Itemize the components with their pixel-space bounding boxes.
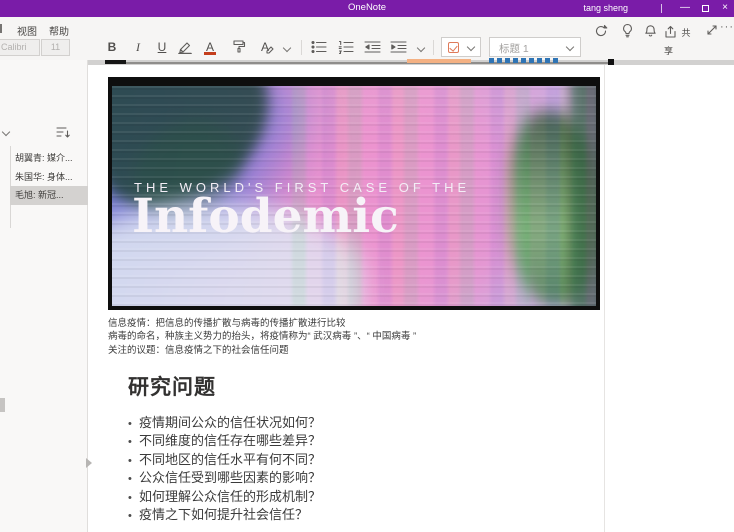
list-item: •如何理解公众信任的形成机制？ bbox=[128, 488, 548, 506]
italic-button[interactable]: I bbox=[129, 38, 147, 56]
resize-handle[interactable] bbox=[608, 59, 614, 65]
menu-view[interactable]: 视图 bbox=[17, 23, 37, 38]
page-list-item-selected[interactable]: 毛旭: 新冠... bbox=[10, 186, 88, 205]
more-options-button[interactable]: ··· bbox=[720, 21, 734, 33]
page-list-panel: 胡翼青: 媒介... 朱国华: 身体... 毛旭: 新冠... bbox=[0, 60, 88, 532]
fullscreen-icon[interactable] bbox=[706, 24, 718, 36]
image-title-text: Infodemic bbox=[132, 189, 399, 244]
note-line: 关注的议题：信息疫情之下的社会信任问题 bbox=[108, 344, 588, 357]
user-name[interactable]: tang sheng bbox=[583, 3, 628, 13]
tag-dropdown[interactable] bbox=[441, 37, 481, 57]
font-color-swatch bbox=[204, 52, 216, 55]
onenote-window: OneNote tang sheng — × 视图 帮助 共享 ··· bbox=[0, 0, 734, 532]
menu-help[interactable]: 帮助 bbox=[49, 23, 69, 38]
infodemic-image[interactable]: THE WORLD'S FIRST CASE OF THE Infodemic bbox=[108, 77, 600, 310]
increase-indent-icon[interactable] bbox=[390, 40, 407, 54]
bullet-icon: • bbox=[128, 489, 139, 507]
titlebar-divider bbox=[661, 4, 662, 13]
ribbon: 视图 帮助 共享 ··· Calibri 11 B I U bbox=[0, 17, 734, 60]
todo-checkbox-icon bbox=[448, 42, 459, 53]
format-painter-icon[interactable] bbox=[231, 39, 246, 54]
font-name-box[interactable]: Calibri bbox=[0, 39, 40, 56]
style-selected-label: 标题 1 bbox=[499, 41, 529, 56]
numbered-list-icon[interactable] bbox=[338, 40, 355, 54]
list-item: •疫情期间公众的信任状况如何？ bbox=[128, 414, 548, 432]
list-item: •不同维度的信任存在哪些差异？ bbox=[128, 432, 548, 450]
bullet-icon: • bbox=[128, 470, 139, 488]
ribbon-divider bbox=[433, 40, 434, 55]
page-margin-divider bbox=[604, 65, 605, 532]
sidebar-scroll-thumb[interactable] bbox=[0, 398, 5, 412]
title-bar: OneNote tang sheng — × bbox=[0, 0, 734, 17]
list-item: •不同地区的信任水平有何不同？ bbox=[128, 451, 548, 469]
bullet-icon: • bbox=[128, 415, 139, 433]
share-icon bbox=[664, 25, 677, 39]
tag-chevron-icon bbox=[467, 43, 475, 51]
research-question-list: •疫情期间公众的信任状况如何？ •不同维度的信任存在哪些差异？ •不同地区的信任… bbox=[128, 414, 548, 524]
font-size-box[interactable]: 11 bbox=[41, 39, 70, 56]
bullet-list-icon[interactable] bbox=[311, 40, 328, 54]
section-heading: 研究问题 bbox=[128, 371, 216, 401]
style-chevron-icon bbox=[566, 43, 574, 51]
partial-menu-item bbox=[0, 24, 2, 33]
note-line: 信息疫情：把信息的传播扩散与病毒的传播扩散进行比较 bbox=[108, 317, 588, 330]
page-list-item[interactable]: 胡翼青: 媒介... bbox=[10, 149, 88, 168]
highlighter-icon[interactable] bbox=[177, 40, 193, 54]
clear-formatting-button[interactable]: A bbox=[256, 38, 274, 56]
eraser-icon bbox=[266, 46, 274, 54]
list-item: •疫情之下如何提升社会信任？ bbox=[128, 506, 548, 524]
decrease-indent-icon[interactable] bbox=[364, 40, 381, 54]
note-line: 病毒的命名，种族主义势力的抬头，将疫情称为“ 武汉病毒 ”、“ 中国病毒 ” bbox=[108, 330, 588, 343]
restore-button[interactable] bbox=[696, 0, 714, 17]
page-list-item[interactable]: 朱国华: 身体... bbox=[10, 168, 88, 187]
sort-icon[interactable] bbox=[56, 126, 70, 139]
minimize-button[interactable]: — bbox=[676, 0, 694, 17]
ribbon-divider bbox=[301, 40, 302, 55]
image-notes: 信息疫情：把信息的传播扩散与病毒的传播扩散进行比较 病毒的命名，种族主义势力的抬… bbox=[108, 317, 588, 357]
bullet-icon: • bbox=[128, 507, 139, 525]
close-button[interactable]: × bbox=[716, 0, 734, 17]
collapse-arrow-icon[interactable] bbox=[86, 458, 92, 468]
paragraph-group-chevron-icon[interactable] bbox=[417, 44, 425, 52]
bold-button[interactable]: B bbox=[103, 38, 121, 56]
notebook-chevron-icon[interactable] bbox=[2, 128, 10, 136]
list-item: •公众信任受到哪些因素的影响？ bbox=[128, 469, 548, 487]
bullet-icon: • bbox=[128, 452, 139, 470]
clipped-link-text bbox=[489, 58, 559, 63]
bullet-icon: • bbox=[128, 433, 139, 451]
hscroll-thumb[interactable] bbox=[105, 60, 126, 64]
font-color-button[interactable]: A bbox=[201, 38, 219, 56]
restore-icon bbox=[702, 5, 709, 12]
style-dropdown[interactable]: 标题 1 bbox=[489, 37, 581, 57]
lightbulb-icon[interactable] bbox=[621, 23, 634, 38]
bell-icon[interactable] bbox=[644, 24, 657, 38]
sync-icon[interactable] bbox=[594, 24, 608, 38]
share-button[interactable]: 共享 bbox=[664, 23, 698, 39]
font-group-chevron-icon[interactable] bbox=[283, 44, 291, 52]
underline-button[interactable]: U bbox=[153, 38, 171, 56]
highlight-sliver bbox=[407, 59, 471, 63]
